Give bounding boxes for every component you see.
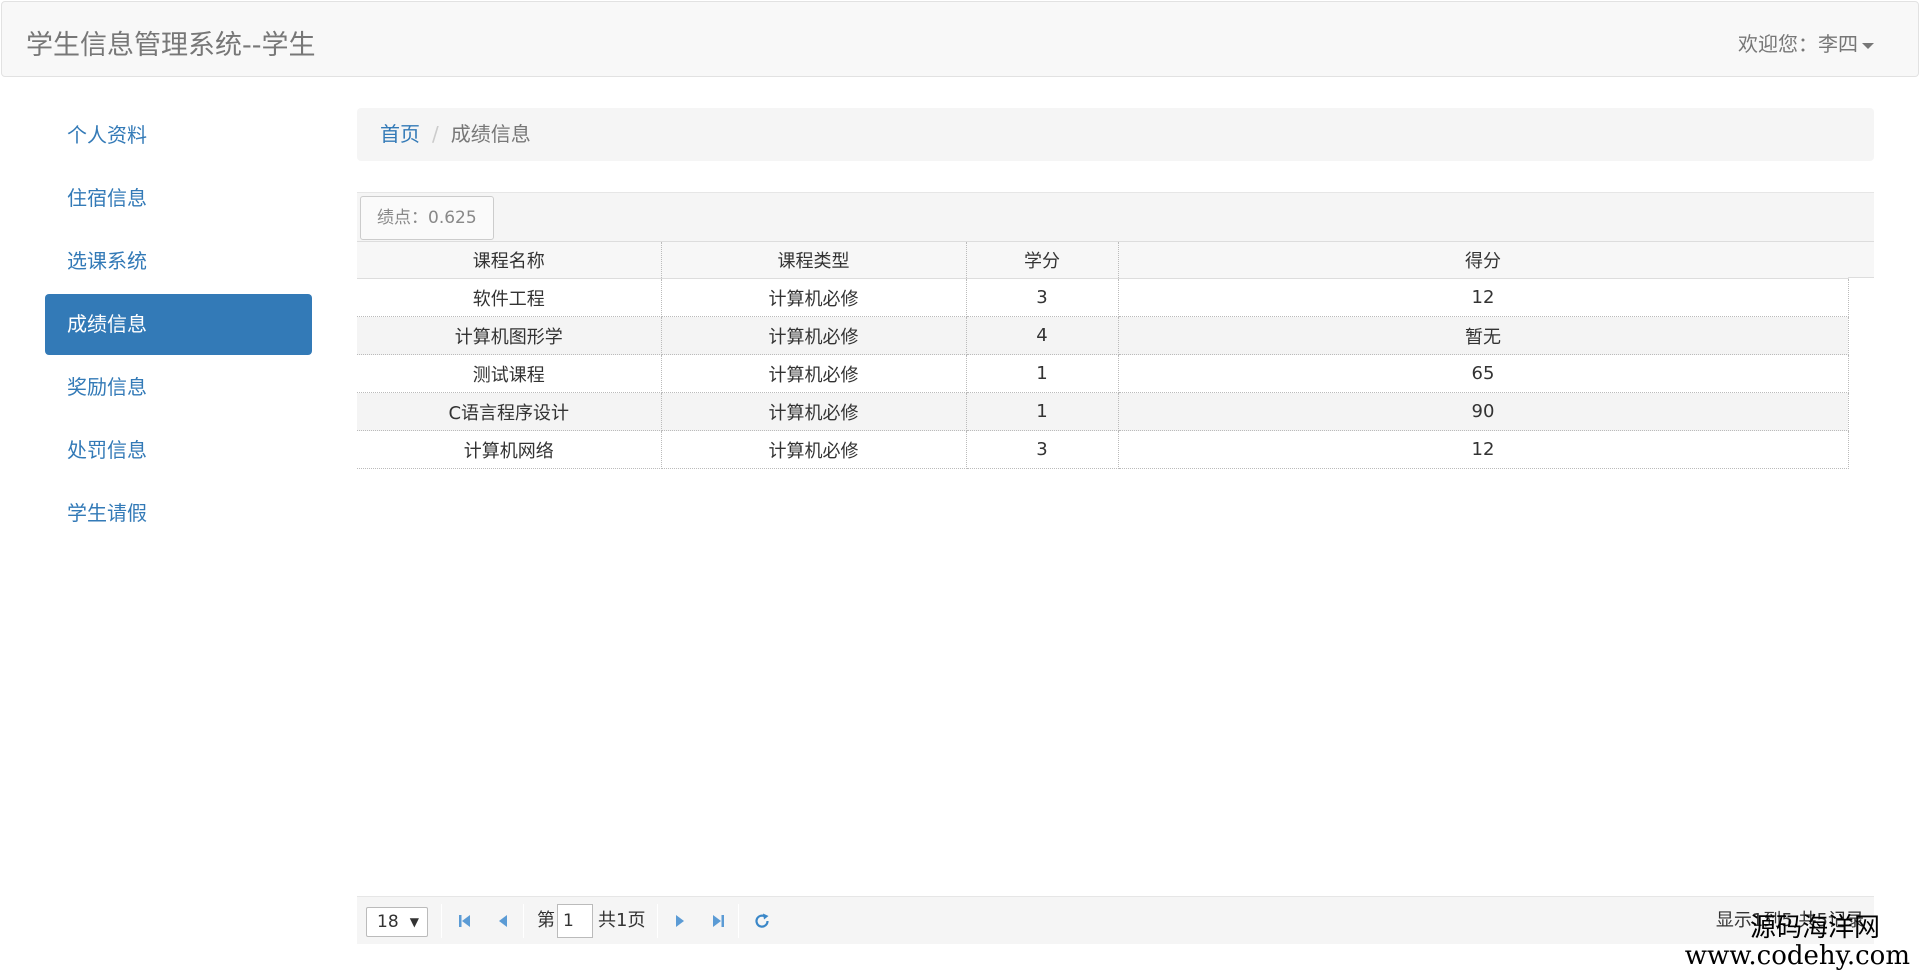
grades-table: 课程名称 课程类型 学分 得分 软件工程 计算机必修 3 12 计算机图形学 计… [357, 241, 1849, 469]
pager-separator [657, 904, 658, 938]
cell-course-type: 计算机必修 [661, 430, 967, 469]
pagination-bar: 18 ▼ 第 1 共1页 显示1到5,共5记录 [357, 896, 1874, 944]
table-row[interactable]: 软件工程 计算机必修 3 12 [357, 278, 1849, 317]
pager-separator [738, 904, 739, 938]
cell-credit: 1 [966, 392, 1119, 431]
cell-course-name: C语言程序设计 [357, 392, 662, 431]
user-menu[interactable]: 欢迎您：李四 [1738, 28, 1874, 57]
cell-score: 12 [1118, 430, 1849, 469]
sidebar-item-grades[interactable]: 成绩信息 [45, 294, 312, 355]
grades-grid: 绩点：0.625 课程名称 课程类型 学分 得分 软件工程 计算机必修 3 12… [357, 192, 1874, 469]
site-watermark: 源码海洋网 www.codehy.com [1685, 915, 1910, 970]
cell-course-type: 计算机必修 [661, 392, 967, 431]
breadcrumb-current: 成绩信息 [450, 122, 531, 146]
sidebar-item-punishments[interactable]: 处罚信息 [45, 420, 312, 481]
cell-course-name: 测试课程 [357, 354, 662, 393]
dropdown-arrow-icon: ▼ [409, 915, 419, 929]
next-page-icon[interactable] [671, 912, 689, 930]
pager-separator [523, 904, 524, 938]
page-number-input[interactable]: 1 [557, 904, 593, 938]
table-header-row: 课程名称 课程类型 学分 得分 [357, 241, 1849, 279]
cell-credit: 3 [966, 278, 1119, 317]
table-row[interactable]: C语言程序设计 计算机必修 1 90 [357, 392, 1849, 431]
column-header-score[interactable]: 得分 [1118, 241, 1849, 279]
page-label-prefix: 第 [537, 910, 555, 931]
cell-score: 90 [1118, 392, 1849, 431]
breadcrumb: 首页 / 成绩信息 [357, 108, 1874, 161]
cell-course-type: 计算机必修 [661, 278, 967, 317]
breadcrumb-separator: / [432, 122, 439, 146]
cell-course-name: 计算机图形学 [357, 316, 662, 355]
welcome-text: 欢迎您：李四 [1738, 32, 1858, 56]
first-page-icon[interactable] [456, 912, 474, 930]
sidebar-item-dormitory[interactable]: 住宿信息 [45, 168, 312, 229]
cell-course-type: 计算机必修 [661, 316, 967, 355]
sidebar-item-profile[interactable]: 个人资料 [45, 105, 312, 166]
grid-toolbar: 绩点：0.625 [357, 192, 1874, 241]
page-size-select[interactable]: 18 ▼ [366, 907, 428, 937]
page-size-value: 18 [377, 912, 399, 932]
sidebar-item-leave[interactable]: 学生请假 [45, 483, 312, 544]
page-total-label: 共1页 [598, 910, 646, 931]
cell-course-name: 计算机网络 [357, 430, 662, 469]
column-header-course-name[interactable]: 课程名称 [357, 241, 662, 279]
column-header-credit[interactable]: 学分 [966, 241, 1119, 279]
cell-score: 65 [1118, 354, 1849, 393]
column-header-course-type[interactable]: 课程类型 [661, 241, 967, 279]
gpa-button[interactable]: 绩点：0.625 [360, 196, 494, 240]
cell-credit: 1 [966, 354, 1119, 393]
table-row[interactable]: 计算机图形学 计算机必修 4 暂无 [357, 316, 1849, 355]
table-row[interactable]: 测试课程 计算机必修 1 65 [357, 354, 1849, 393]
sidebar-nav: 个人资料 住宿信息 选课系统 成绩信息 奖励信息 处罚信息 学生请假 [45, 105, 312, 546]
cell-score: 暂无 [1118, 316, 1849, 355]
sidebar-item-course-selection[interactable]: 选课系统 [45, 231, 312, 292]
app-title[interactable]: 学生信息管理系统--学生 [26, 23, 316, 62]
breadcrumb-home-link[interactable]: 首页 [380, 122, 420, 146]
grid-scrollbar-header [1848, 241, 1874, 278]
watermark-line2: www.codehy.com [1684, 940, 1910, 971]
watermark-line1: 源码海洋网 [1749, 913, 1880, 944]
pager-separator [441, 904, 442, 938]
caret-down-icon [1862, 42, 1874, 49]
refresh-icon[interactable] [753, 912, 771, 930]
cell-score: 12 [1118, 278, 1849, 317]
cell-credit: 3 [966, 430, 1119, 469]
table-row[interactable]: 计算机网络 计算机必修 3 12 [357, 430, 1849, 469]
sidebar-item-rewards[interactable]: 奖励信息 [45, 357, 312, 418]
cell-course-type: 计算机必修 [661, 354, 967, 393]
prev-page-icon[interactable] [494, 912, 512, 930]
top-navbar: 学生信息管理系统--学生 欢迎您：李四 [1, 1, 1919, 77]
cell-course-name: 软件工程 [357, 278, 662, 317]
last-page-icon[interactable] [709, 912, 727, 930]
cell-credit: 4 [966, 316, 1119, 355]
